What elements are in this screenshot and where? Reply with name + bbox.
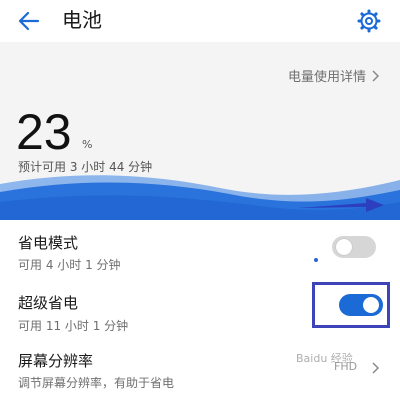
power-saving-mode-row[interactable]: 省电模式 可用 4 小时 1 分钟: [0, 220, 400, 280]
power-usage-details-label: 电量使用详情: [287, 70, 366, 85]
battery-percent-unit: %: [82, 138, 93, 151]
screen-resolution-subtitle: 调节屏幕分辨率，有助于省电: [18, 376, 175, 390]
ultra-power-saving-title: 超级省电: [18, 294, 79, 312]
ultra-power-saving-subtitle: 可用 11 小时 1 分钟: [18, 319, 129, 333]
arrow-left-icon: [18, 11, 40, 31]
annotation-arrow: [298, 198, 384, 212]
gear-icon: [357, 9, 381, 33]
screen-resolution-title: 屏幕分辨率: [18, 352, 94, 370]
battery-percent: 23: [16, 104, 72, 160]
watermark: Baidu 经验: [296, 352, 353, 365]
chevron-right-icon[interactable]: [372, 362, 380, 374]
toggle-knob: [336, 239, 352, 255]
power-usage-details-link[interactable]: 电量使用详情: [288, 66, 380, 85]
settings-button[interactable]: [354, 6, 384, 36]
page-title: 电池: [62, 8, 102, 32]
power-saving-mode-title: 省电模式: [18, 234, 79, 252]
power-saving-mode-toggle[interactable]: [332, 236, 376, 258]
app-header: 电池: [0, 0, 400, 42]
back-button[interactable]: [14, 6, 44, 36]
chevron-right-icon: [372, 69, 380, 82]
annotation-highlight-box: [312, 282, 390, 328]
power-saving-mode-subtitle: 可用 4 小时 1 分钟: [18, 258, 121, 272]
annotation-dot: [314, 258, 318, 262]
